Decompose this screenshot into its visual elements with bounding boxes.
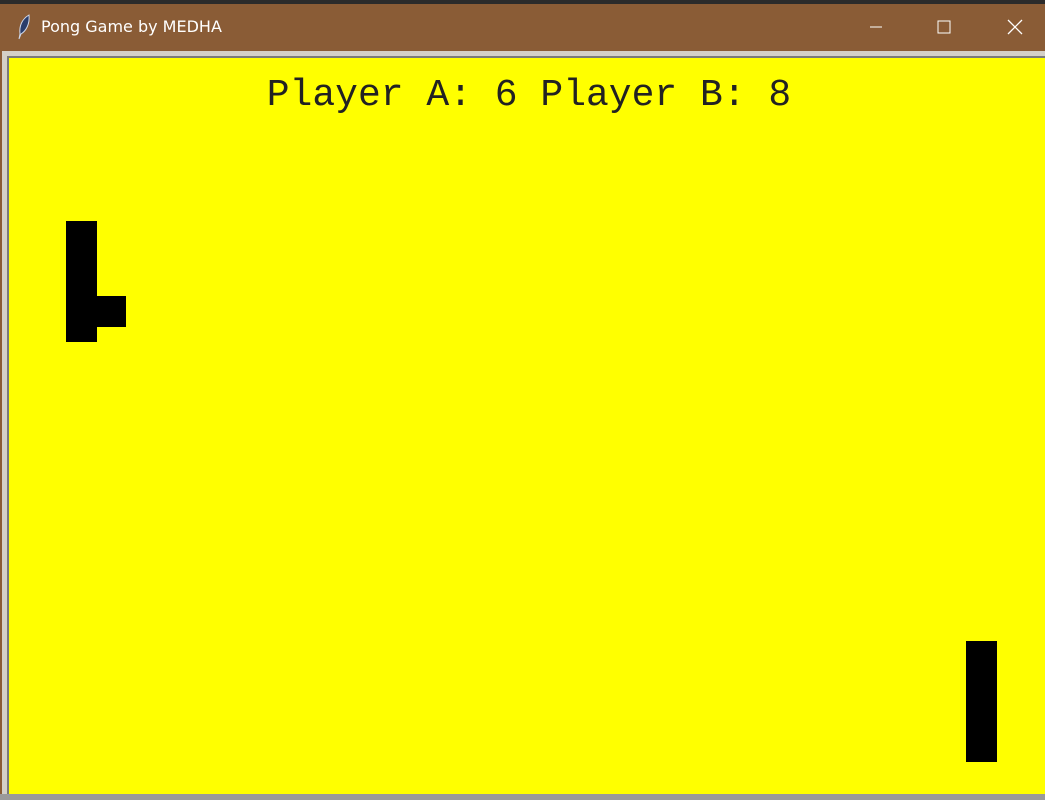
paddle-b	[966, 641, 997, 762]
scoreboard: Player A: 6 Player B: 8	[266, 74, 792, 117]
game-canvas[interactable]: Player A: 6 Player B: 8	[7, 56, 1045, 798]
minimize-icon	[870, 26, 882, 28]
maximize-icon	[937, 20, 951, 34]
window-bottom-edge	[0, 794, 1045, 800]
feather-icon	[18, 14, 30, 40]
minimize-button[interactable]	[841, 4, 911, 50]
window-client: Player A: 6 Player B: 8	[2, 51, 1045, 798]
paddle-a	[66, 221, 97, 342]
app-window: Pong Game by MEDHA Player A: 6 Player B:…	[0, 4, 1045, 800]
close-button[interactable]	[980, 4, 1045, 50]
window-title: Pong Game by MEDHA	[41, 17, 222, 36]
ball	[97, 296, 126, 327]
maximize-button[interactable]	[909, 4, 979, 50]
title-bar[interactable]: Pong Game by MEDHA	[0, 4, 1045, 50]
close-icon	[1007, 19, 1023, 35]
